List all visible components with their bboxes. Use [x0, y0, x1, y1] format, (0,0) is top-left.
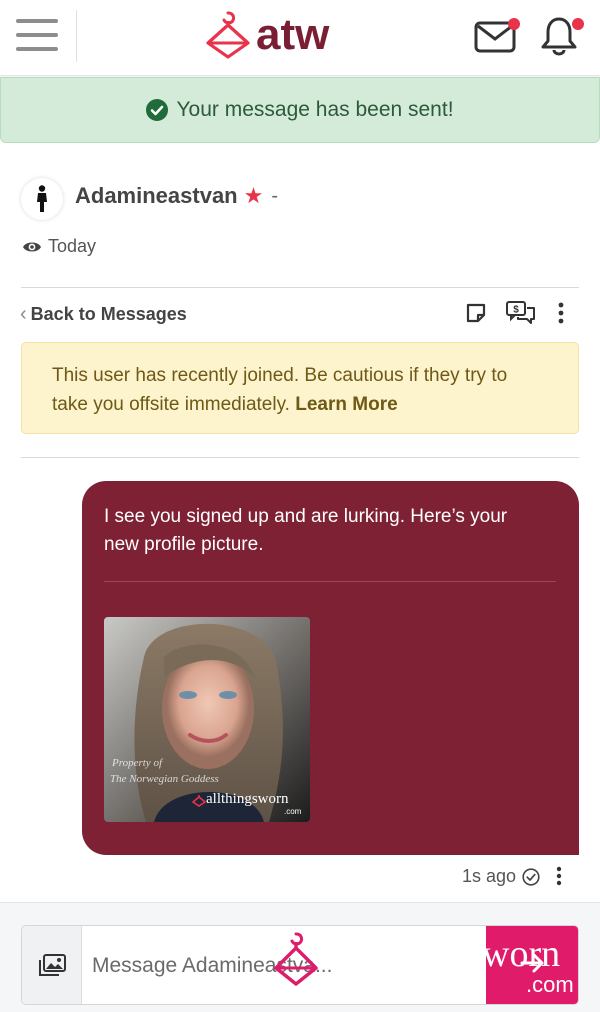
- user-avatar[interactable]: [21, 178, 63, 220]
- eye-icon: [23, 242, 41, 251]
- message-timestamp: 1s ago: [462, 866, 517, 886]
- send-watermark-bottom: .com: [526, 972, 574, 997]
- message-meta: 1s ago: [462, 866, 540, 887]
- send-button[interactable]: worn .com: [486, 926, 578, 1004]
- logo-text: atw: [256, 10, 330, 59]
- bubble-divider: [104, 581, 556, 582]
- top-header: atw: [0, 0, 600, 76]
- money-request-button[interactable]: $: [505, 300, 539, 328]
- send-arrow-icon: [520, 953, 544, 973]
- success-alert: Your message has been sent!: [0, 77, 600, 143]
- last-seen: Today: [22, 236, 96, 257]
- message-options-button[interactable]: [553, 865, 565, 889]
- money-chat-icon: $: [506, 301, 535, 324]
- watermark-domain: .com: [284, 807, 302, 816]
- message-photo[interactable]: Property of The Norwegian Goddess allthi…: [104, 617, 310, 822]
- more-options-button[interactable]: [552, 301, 570, 327]
- conversation-username[interactable]: Adamineastvan ★ -: [75, 183, 278, 209]
- new-user-warning: This user has recently joined. Be cautio…: [21, 342, 579, 434]
- warning-text: This user has recently joined. Be cautio…: [52, 365, 508, 415]
- hanger-logo-icon: [206, 11, 250, 59]
- messages-button[interactable]: [474, 16, 522, 54]
- sent-message-bubble: I see you signed up and are lurking. Her…: [82, 481, 579, 855]
- notification-dot: [508, 18, 520, 30]
- hanger-watermark-icon: [274, 932, 318, 986]
- back-label: Back to Messages: [30, 304, 187, 324]
- header-divider: [76, 10, 77, 62]
- divider: [21, 287, 579, 288]
- last-seen-text: Today: [48, 236, 97, 256]
- message-input[interactable]: [92, 946, 412, 986]
- svg-text:$: $: [513, 305, 519, 316]
- message-composer: worn .com: [21, 925, 579, 1005]
- success-message: Your message has been sent!: [176, 98, 454, 121]
- menu-bar: [16, 19, 58, 23]
- attach-media-button[interactable]: [22, 926, 82, 1004]
- watermark-brand: allthingsworn: [192, 791, 289, 808]
- site-logo[interactable]: atw: [204, 6, 329, 64]
- photo-gallery-icon: [38, 954, 66, 976]
- menu-bar: [16, 47, 58, 51]
- notifications-button[interactable]: [540, 14, 584, 56]
- chevron-left-icon: ‹: [20, 303, 27, 325]
- divider: [21, 457, 579, 458]
- sticky-note-icon: [466, 303, 486, 323]
- message-text: I see you signed up and are lurking. Her…: [104, 506, 508, 555]
- watermark-brand-text: allthingsworn: [206, 791, 289, 807]
- menu-bar: [16, 33, 58, 37]
- person-icon: [37, 185, 47, 212]
- star-icon: ★: [243, 183, 264, 208]
- learn-more-link[interactable]: Learn More: [295, 394, 397, 415]
- watermark-line2: The Norwegian Goddess: [110, 773, 219, 785]
- hamburger-menu-icon[interactable]: [16, 17, 60, 53]
- check-circle-icon: [146, 99, 169, 121]
- username-text: Adamineastvan: [75, 183, 238, 208]
- sent-check-icon: [522, 867, 540, 886]
- note-button[interactable]: [465, 302, 489, 326]
- watermark-line1: Property of: [112, 757, 162, 769]
- username-suffix: -: [271, 184, 279, 207]
- vertical-dots-icon: [556, 866, 562, 886]
- vertical-dots-icon: [558, 302, 564, 324]
- back-to-messages-link[interactable]: ‹ Back to Messages: [20, 303, 187, 326]
- hanger-logo-icon: [192, 794, 206, 807]
- notification-dot: [572, 18, 584, 30]
